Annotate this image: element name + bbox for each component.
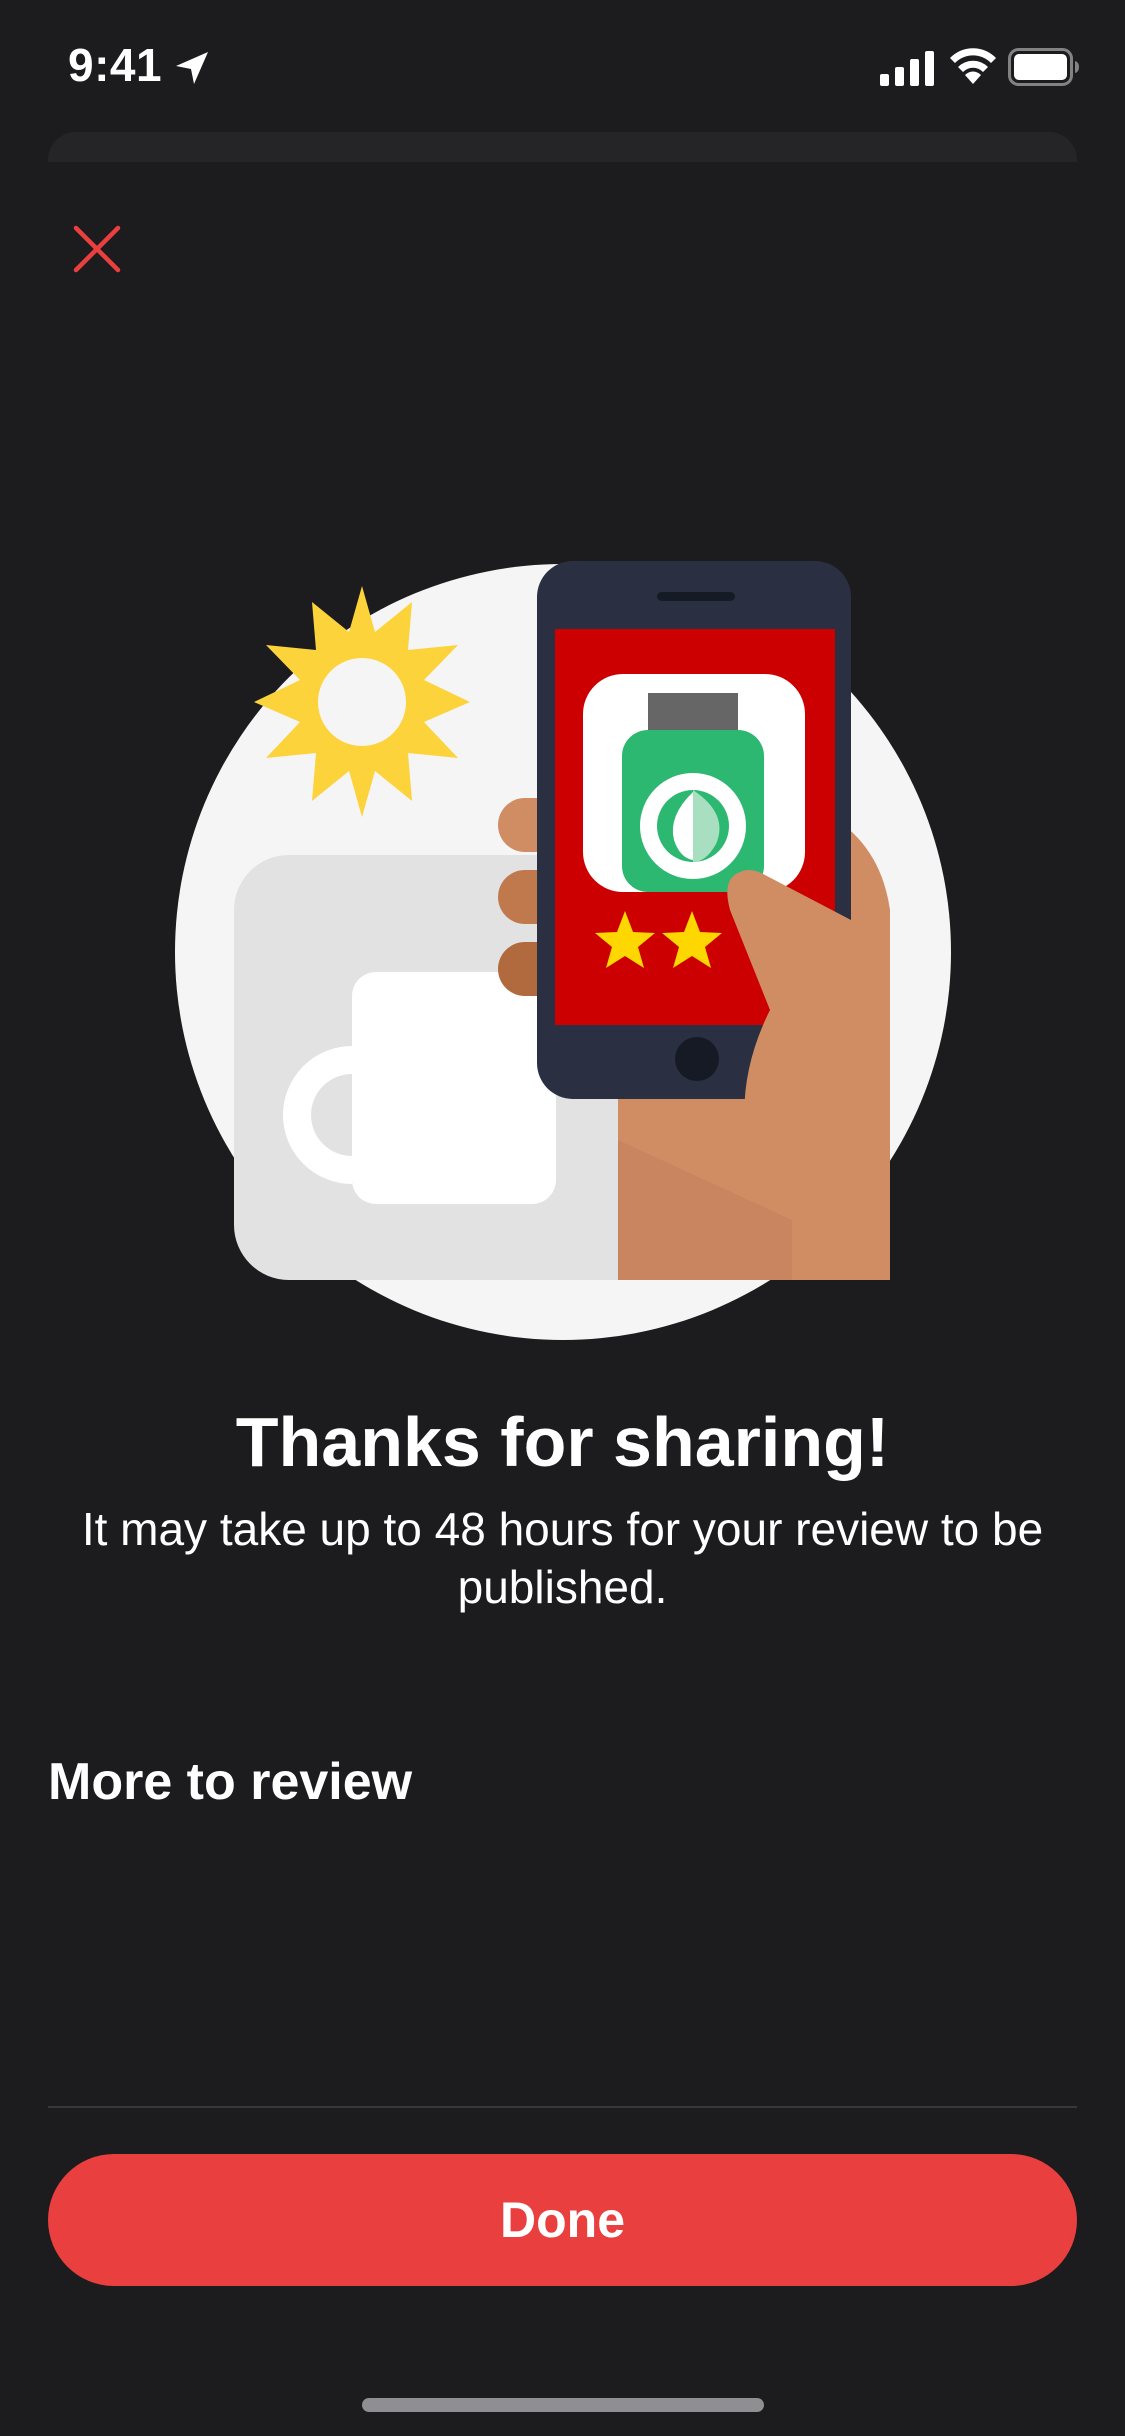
close-icon: [73, 225, 121, 273]
confirmation-message: It may take up to 48 hours for your revi…: [81, 1503, 1044, 1613]
review-submitted-illustration: [175, 561, 951, 1340]
status-bar: 9:41: [0, 0, 1125, 135]
battery-icon: [1008, 48, 1079, 86]
divider: [48, 2106, 1077, 2108]
more-to-review-heading: More to review: [48, 1753, 413, 1811]
location-arrow-icon: [176, 52, 208, 84]
done-button[interactable]: Done: [48, 2154, 1077, 2286]
home-indicator: [362, 2398, 764, 2412]
wifi-icon: [950, 48, 996, 84]
close-button[interactable]: [62, 214, 132, 284]
confirmation-title: Thanks for sharing!: [235, 1403, 890, 1481]
sheet-top-edge: [48, 132, 1077, 162]
status-time: 9:41: [68, 39, 163, 91]
cellular-signal-icon: [880, 51, 934, 86]
